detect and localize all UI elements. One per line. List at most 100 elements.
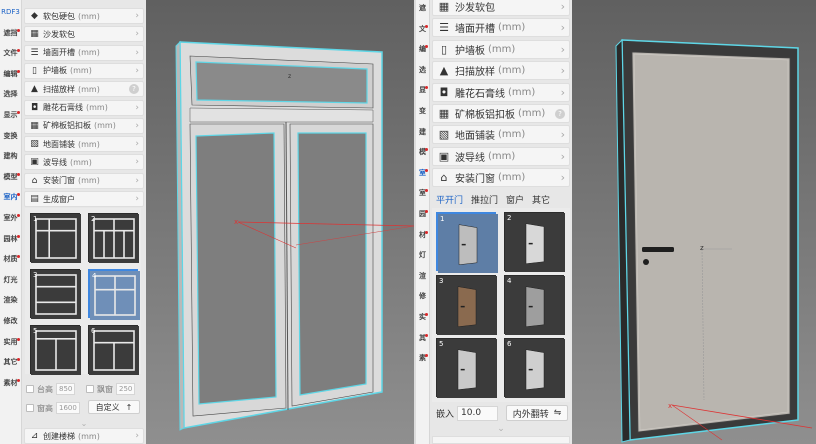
- toolbar-item[interactable]: 变: [416, 107, 429, 116]
- toolbar-item[interactable]: 建: [416, 128, 429, 137]
- panel-item[interactable]: ⌂ 安装门窗 (mm) ›: [24, 172, 144, 189]
- panel-item[interactable]: ▲ 扫描放样 (mm)?: [24, 81, 144, 98]
- toolbar-item[interactable]: 编辑: [0, 69, 21, 79]
- toolbar-item[interactable]: 建构: [0, 152, 21, 161]
- toolbar-item[interactable]: 模型: [0, 172, 21, 182]
- panel-item[interactable]: ▦ 矿棉板铝扣板 (mm) ›: [24, 117, 144, 134]
- panel-item[interactable]: ▧ 地面铺装 (mm) ›: [432, 125, 570, 145]
- toolbar-item[interactable]: 文: [416, 24, 429, 34]
- panel-item[interactable]: ⌂ 安装门窗 (mm) ›: [432, 168, 570, 188]
- toolbar-item[interactable]: 室外: [0, 214, 21, 223]
- toolbar-item[interactable]: 其它: [0, 358, 21, 367]
- panel-item[interactable]: ▣ 波导线 (mm) ›: [432, 146, 570, 166]
- toolbar-item[interactable]: 灯: [416, 251, 429, 260]
- create-stairs-item[interactable]: ⊿ 创建楼梯 (mm) ›: [24, 428, 144, 444]
- style-thumbnail[interactable]: 4: [504, 275, 565, 335]
- toolbar-item[interactable]: 遮挡: [0, 28, 21, 38]
- toolbar-item[interactable]: 材质: [0, 255, 21, 264]
- panel-item[interactable]: ▯ 护墙板 (mm) ›: [24, 62, 144, 79]
- panel-item-unit: (mm): [70, 157, 92, 167]
- panel-item-unit: (mm): [78, 176, 100, 186]
- toolbar-item[interactable]: 遮: [416, 4, 429, 13]
- style-thumbnail[interactable]: 2: [88, 213, 139, 263]
- panel-item[interactable]: ☰ 墙面开槽 (mm) ›: [24, 44, 144, 61]
- toolbar-item[interactable]: 显示: [0, 111, 21, 120]
- help-icon[interactable]: ?: [555, 108, 565, 119]
- toolbar-item[interactable]: 选择: [0, 90, 21, 99]
- panel-item[interactable]: ◆ 软包硬包 (mm) ›: [24, 8, 144, 24]
- toolbar-item[interactable]: 变换: [0, 132, 21, 141]
- collapse-chevron-icon[interactable]: ⌄: [430, 424, 572, 434]
- toolbar-item[interactable]: 编: [416, 45, 429, 54]
- toolbar-item[interactable]: 室: [416, 189, 429, 198]
- toolbar-item[interactable]: RDF3: [0, 8, 21, 17]
- bay-window-checkbox[interactable]: [86, 385, 94, 393]
- window-3d-view[interactable]: x z: [146, 0, 414, 444]
- custom-button[interactable]: 自定义 ↑: [88, 400, 140, 414]
- panel-item[interactable]: ▣ 波导线 (mm) ›: [24, 154, 144, 171]
- panel-item[interactable]: ▤ 生成窗户 ›: [24, 191, 144, 207]
- style-thumbnail[interactable]: 6: [88, 325, 139, 375]
- toolbar-item[interactable]: 其: [416, 333, 429, 343]
- style-thumbnail[interactable]: 5: [30, 325, 81, 375]
- toolbar-item[interactable]: 模: [416, 148, 429, 157]
- window-height-checkbox[interactable]: [26, 404, 34, 412]
- flip-inout-button[interactable]: 内外翻转 ⇋: [506, 405, 568, 421]
- toolbar-item[interactable]: 实用: [0, 337, 21, 347]
- sill-height-field[interactable]: 台高 850: [26, 383, 76, 395]
- toolbar-item[interactable]: 文件: [0, 49, 21, 58]
- panel-item-label: 波导线: [455, 152, 485, 164]
- help-icon[interactable]: ?: [129, 84, 139, 95]
- notification-dot: [425, 45, 428, 49]
- sill-height-input[interactable]: 850: [56, 383, 76, 395]
- window-height-input[interactable]: 1600: [56, 402, 80, 414]
- toolbar-item[interactable]: 素: [416, 354, 429, 363]
- collapse-chevron-icon[interactable]: ⌄: [22, 419, 146, 428]
- panel-item[interactable]: ▯ 护墙板 (mm) ›: [432, 39, 570, 59]
- style-thumbnail[interactable]: 1: [436, 212, 498, 273]
- panel-item-label: 安装门窗: [43, 176, 75, 186]
- embed-input[interactable]: 10.0: [457, 406, 499, 421]
- panel-item[interactable]: ▦ 沙发软包 ›: [432, 0, 570, 16]
- toolbar-item[interactable]: 室: [416, 168, 429, 178]
- panel-item[interactable]: ◘ 雕花石膏线 (mm) ›: [24, 99, 144, 116]
- panel-item[interactable]: ☰ 墙面开槽 (mm) ›: [432, 18, 570, 38]
- bay-window-input[interactable]: 250: [116, 383, 136, 395]
- left-viewport[interactable]: x z: [146, 0, 414, 444]
- window-height-field[interactable]: 窗高 1600: [26, 402, 80, 414]
- toolbar-item[interactable]: 材: [416, 230, 429, 240]
- toolbar-item[interactable]: 素材: [0, 378, 21, 388]
- notification-dot: [17, 172, 20, 176]
- bay-window-field[interactable]: 飘窗 250: [86, 383, 136, 395]
- panel-item[interactable]: ▲ 扫描放样 (mm) ›: [432, 61, 570, 81]
- style-thumbnail[interactable]: 3: [30, 269, 81, 319]
- toolbar-item[interactable]: 显: [416, 86, 429, 95]
- style-thumbnail[interactable]: 5: [436, 338, 497, 398]
- toolbar-item[interactable]: 渲: [416, 272, 429, 281]
- style-thumbnail[interactable]: 2: [504, 212, 565, 272]
- right-viewport[interactable]: z x: [572, 0, 816, 444]
- toolbar-item[interactable]: 修改: [0, 317, 21, 326]
- style-thumbnail[interactable]: 6: [504, 338, 565, 398]
- sill-height-checkbox[interactable]: [26, 385, 34, 393]
- style-thumbnail[interactable]: 1: [30, 213, 81, 263]
- toolbar-item[interactable]: 选: [416, 66, 429, 75]
- toolbar-item[interactable]: 修: [416, 292, 429, 301]
- chevron-right-icon: ›: [135, 29, 139, 40]
- panel-item[interactable]: ▦ 沙发软包 ›: [24, 26, 144, 43]
- panel-item[interactable]: ▧ 地面铺装 (mm) ›: [24, 136, 144, 153]
- toolbar-item[interactable]: 园林: [0, 234, 21, 244]
- toolbar-item[interactable]: 渲染: [0, 296, 21, 305]
- embed-field[interactable]: 嵌入 10.0 ⇕: [436, 406, 499, 421]
- style-thumbnail[interactable]: 4: [88, 269, 140, 320]
- panel-item[interactable]: ▦ 矿棉板铝扣板 (mm)?: [432, 104, 570, 123]
- toolbar-item[interactable]: 灯光: [0, 276, 21, 285]
- next-panel-item[interactable]: [432, 436, 570, 444]
- style-thumbnail[interactable]: 3: [436, 275, 497, 335]
- panel-item[interactable]: ◘ 雕花石膏线 (mm) ›: [432, 82, 570, 102]
- door-3d-view[interactable]: z x: [572, 0, 816, 444]
- toolbar-item[interactable]: 实: [416, 313, 429, 322]
- toolbar-item[interactable]: 园: [416, 210, 429, 219]
- upholstery-icon: ▦: [438, 0, 450, 13]
- toolbar-item[interactable]: 室内: [0, 193, 21, 202]
